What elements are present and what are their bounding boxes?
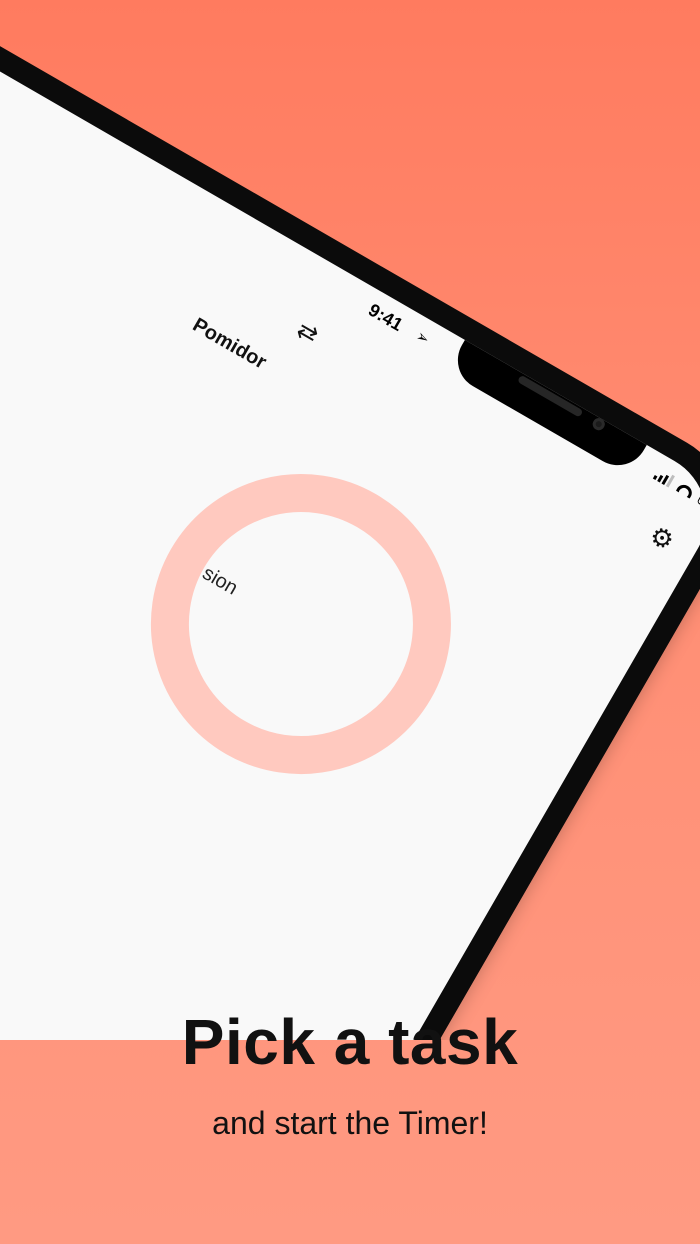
battery-icon (696, 492, 700, 516)
app-screen: 9:41 ➢ ⇄ ⚙ Pomidor sion (0, 0, 700, 1040)
headline: Pick a task (181, 1006, 519, 1078)
location-arrow-icon: ➢ (412, 327, 433, 349)
subline: and start the Timer! (212, 1105, 488, 1141)
phone-mockup: 9:41 ➢ ⇄ ⚙ Pomidor sion (0, 0, 700, 1040)
gear-icon[interactable]: ⚙ (644, 519, 679, 558)
status-time: 9:41 (365, 299, 407, 335)
cellular-signal-icon (652, 466, 676, 488)
wifi-icon (676, 480, 696, 498)
swap-arrows-icon[interactable]: ⇄ (292, 315, 324, 350)
